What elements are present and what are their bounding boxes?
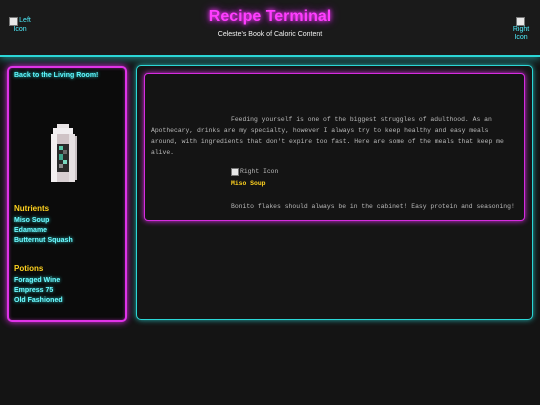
potion-link-foraged-wine[interactable]: Foraged Wine [14,277,60,284]
nutrient-link-butternut-squash[interactable]: Butternut Squash [14,237,73,244]
broken-image-icon [516,17,525,26]
site-header: Left Icon Recipe Terminal Celeste's Book… [0,0,540,57]
nutrients-heading: Nutrients [14,204,50,213]
nutrient-link-miso-soup[interactable]: Miso Soup [14,217,49,224]
nutrient-link-edamame[interactable]: Edamame [14,227,47,234]
recipe-scroll-panel[interactable]: Feeding yourself is one of the biggest s… [144,73,525,221]
site-subtitle: Celeste's Book of Caloric Content [217,31,323,38]
sidebar: Back to the Living Room! Nutrients Miso … [7,66,127,322]
potion-link-old-fashioned[interactable]: Old Fashioned [14,297,63,304]
recipe-description: Bonito flakes should always be in the ca… [231,203,515,210]
pixel-character-icon [51,124,77,182]
recipe-title: Miso Soup [231,180,266,187]
recipe-image-alt: Right Icon [240,168,279,175]
right-icon: Right Icon [509,17,533,42]
back-to-living-room-link[interactable]: Back to the Living Room! [14,72,98,79]
potion-link-empress-75[interactable]: Empress 75 [14,287,53,294]
right-icon-alt: Right Icon [512,26,530,41]
intro-paragraph: Feeding yourself is one of the biggest s… [151,116,504,156]
site-title: Recipe Terminal [208,8,332,25]
recipe-image: Right Icon [231,168,278,176]
broken-image-icon [231,168,239,176]
potions-heading: Potions [14,264,44,273]
